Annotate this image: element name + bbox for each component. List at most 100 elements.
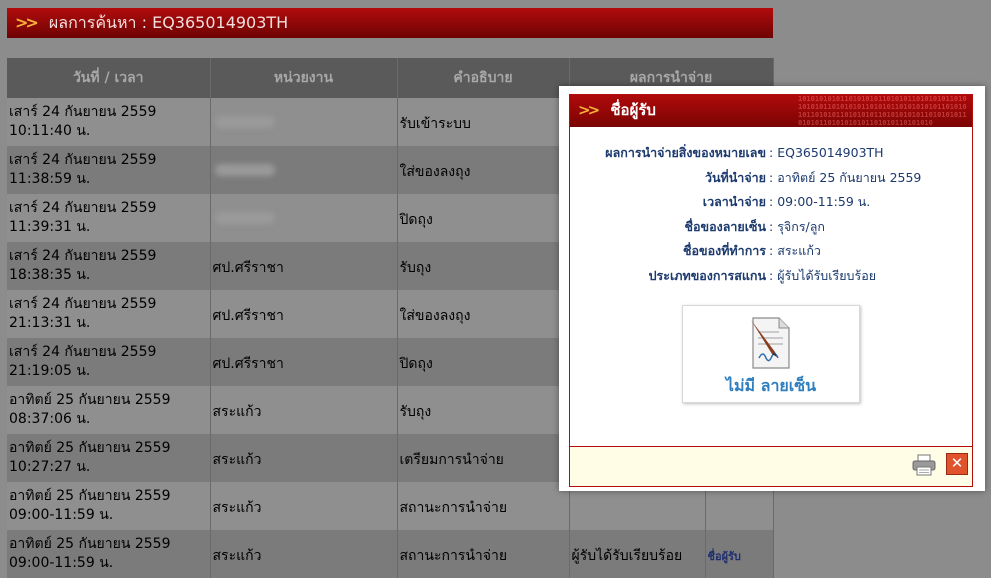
cell-datetime: อาทิตย์ 25 กันยายน 2559 09:00-11:59 น.: [7, 482, 211, 530]
cell-description: รับถุง: [397, 242, 570, 290]
document-signature-icon: [751, 317, 790, 369]
row-description: สถานะการนำจ่าย: [399, 500, 508, 516]
row-time: 08:37:06 น.: [9, 411, 91, 427]
info-label: ผลการนำจ่ายสิ่งของหมายเลข: [605, 145, 766, 160]
cell-office: ศป.ศรีราชา: [210, 242, 398, 290]
row-time: 10:27:27 น.: [9, 459, 91, 475]
row-time: 09:00-11:59 น.: [9, 555, 114, 571]
cell-description: รับเข้าระบบ: [397, 98, 570, 146]
info-value: อาทิตย์ 25 กันยายน 2559: [777, 169, 922, 185]
cell-office: สระแก้ว: [210, 530, 398, 578]
row-office: สระแก้ว: [212, 500, 262, 516]
cell-description: ใส่ของลงถุง: [397, 290, 570, 338]
info-separator: :: [769, 267, 774, 283]
cell-office: ศป.ศรีราชา: [210, 338, 398, 386]
cell-datetime: เสาร์ 24 กันยายน 2559 21:19:05 น.: [7, 338, 211, 386]
row-time: 18:38:35 น.: [9, 267, 91, 283]
cell-office: ศป.ศรีราชา: [210, 290, 398, 338]
column-header-datetime: วันที่ / เวลา: [7, 58, 211, 98]
info-row: ชื่อของที่ทำการ: สระแก้ว: [570, 241, 972, 266]
recipient-name-link[interactable]: ชื่อผู้รับ: [708, 550, 741, 563]
cell-description: สถานะการนำจ่าย: [397, 482, 570, 530]
cell-datetime: เสาร์ 24 กันยายน 2559 11:39:31 น.: [7, 194, 211, 242]
info-label: เวลานำจ่าย: [702, 194, 766, 209]
row-office: สระแก้ว: [212, 404, 262, 420]
row-time: 11:38:59 น.: [9, 171, 91, 187]
table-row: อาทิตย์ 25 กันยายน 2559 09:00-11:59 น. สระ…: [7, 530, 774, 578]
signature-image: ไม่มี ลายเซ็น: [682, 305, 860, 403]
cell-office: สระแก้ว: [210, 482, 398, 530]
row-date: เสาร์ 24 กันยายน 2559: [9, 104, 157, 120]
info-row: เวลานำจ่าย:09:00-11:59 น.: [570, 192, 972, 217]
cell-description: ปิดถุง: [397, 338, 570, 386]
info-row: วันที่นำจ่าย: อาทิตย์ 25 กันยายน 2559: [570, 168, 972, 193]
info-separator: :: [769, 145, 774, 160]
column-header-description: คำอธิบาย: [397, 58, 570, 98]
binary-pattern-decoration: 1010101010110101010110101011010101011010…: [798, 95, 967, 127]
cell-datetime: เสาร์ 24 กันยายน 2559 11:38:59 น.: [7, 146, 211, 194]
info-separator: :: [769, 169, 774, 185]
row-date: อาทิตย์ 25 กันยายน 2559: [9, 488, 171, 504]
search-result-title: ผลการค้นหา : EQ365014903TH: [48, 13, 289, 32]
row-description: ใส่ของลงถุง: [399, 308, 471, 324]
info-value: รุจิกร/ลูก: [777, 218, 825, 234]
cell-office: สระแก้ว: [210, 386, 398, 434]
cell-result: ผู้รับได้รับเรียบร้อย: [569, 530, 706, 578]
cell-description: สถานะการนำจ่าย: [397, 530, 570, 578]
row-time: 11:39:31 น.: [9, 219, 91, 235]
cell-datetime: เสาร์ 24 กันยายน 2559 10:11:40 น.: [7, 98, 211, 146]
info-value: ผู้รับได้รับเรียบร้อย: [777, 267, 877, 283]
row-office: สระแก้ว: [212, 548, 262, 564]
info-label: ประเภทของการสแกน: [648, 267, 766, 283]
row-date: เสาร์ 24 กันยายน 2559: [9, 200, 157, 216]
row-time: 21:13:31 น.: [9, 315, 91, 331]
row-office: ศป.ศรีราชา: [212, 308, 284, 324]
recipient-popup-panel: 1010101010110101010110101011010101011010…: [569, 94, 973, 487]
search-result-title-bar: >> ผลการค้นหา : EQ365014903TH: [7, 8, 773, 38]
row-date: เสาร์ 24 กันยายน 2559: [9, 248, 157, 264]
row-description: รับถุง: [399, 404, 432, 420]
row-office: สระแก้ว: [212, 452, 262, 468]
info-label: ชื่อของลายเซ็น: [684, 218, 766, 234]
cell-office: สระแก้ว: [210, 434, 398, 482]
info-label: ชื่อของที่ทำการ: [683, 243, 766, 258]
cell-link: ชื่อผู้รับ: [705, 530, 774, 578]
printer-icon[interactable]: [912, 454, 936, 476]
redacted-office: [214, 212, 275, 224]
row-date: อาทิตย์ 25 กันยายน 2559: [9, 536, 171, 552]
redacted-office: [214, 116, 275, 128]
row-date: เสาร์ 24 กันยายน 2559: [9, 296, 157, 312]
row-description: รับเข้าระบบ: [399, 116, 471, 132]
cell-description: เตรียมการนำจ่าย: [397, 434, 570, 482]
popup-footer: ✕: [570, 446, 972, 486]
info-row: ผลการนำจ่ายสิ่งของหมายเลข: EQ365014903TH: [570, 143, 972, 168]
row-time: 09:00-11:59 น.: [9, 507, 114, 523]
info-value: สระแก้ว: [777, 243, 821, 258]
row-description: เตรียมการนำจ่าย: [399, 452, 504, 468]
row-date: เสาร์ 24 กันยายน 2559: [9, 344, 157, 360]
cell-description: ปิดถุง: [397, 194, 570, 242]
row-time: 21:19:05 น.: [9, 363, 91, 379]
info-row: ประเภทของการสแกน: ผู้รับได้รับเรียบร้อย: [570, 266, 972, 291]
cell-office: [210, 98, 398, 146]
recipient-popup: 1010101010110101010110101011010101011010…: [559, 86, 985, 491]
close-button[interactable]: ✕: [946, 453, 968, 475]
popup-title: ชื่อผู้รับ: [610, 101, 656, 119]
recipient-info-list: ผลการนำจ่ายสิ่งของหมายเลข: EQ365014903TH ว…: [570, 143, 972, 290]
row-description: ปิดถุง: [399, 212, 433, 228]
info-label: วันที่นำจ่าย: [704, 169, 766, 185]
row-date: เสาร์ 24 กันยายน 2559: [9, 152, 157, 168]
cell-office: [210, 194, 398, 242]
double-chevron-icon: >>: [578, 101, 600, 119]
row-description: ปิดถุง: [399, 356, 433, 372]
info-separator: :: [769, 243, 774, 258]
cell-datetime: อาทิตย์ 25 กันยายน 2559 10:27:27 น.: [7, 434, 211, 482]
info-value: 09:00-11:59 น.: [777, 194, 871, 209]
row-date: อาทิตย์ 25 กันยายน 2559: [9, 392, 171, 408]
info-value: EQ365014903TH: [777, 145, 884, 160]
row-time: 10:11:40 น.: [9, 123, 91, 139]
row-office: ศป.ศรีราชา: [212, 356, 284, 372]
info-separator: :: [769, 194, 774, 209]
row-office: ศป.ศรีราชา: [212, 260, 284, 276]
cell-description: ใส่ของลงถุง: [397, 146, 570, 194]
